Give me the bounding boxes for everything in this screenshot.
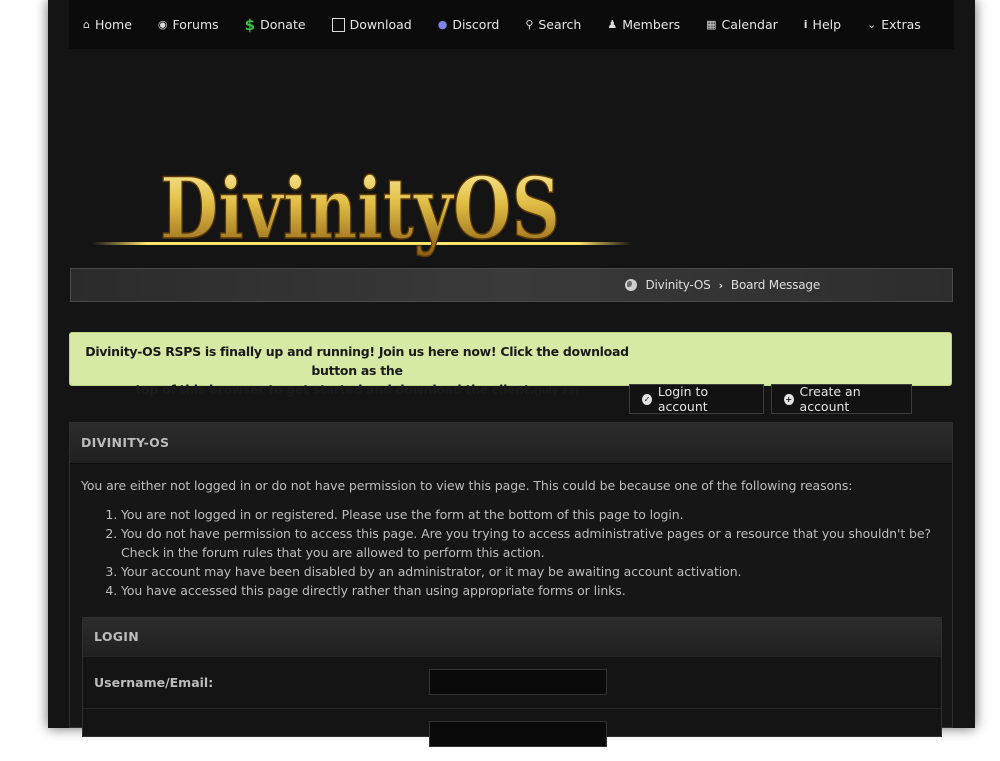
password-input[interactable] [429, 721, 607, 747]
breadcrumb-current: Board Message [730, 278, 820, 292]
top-nav: ⌂ Home ◉ Forums $ Donate Download ● Disc… [69, 0, 954, 49]
breadcrumb: Divinity-OS › Board Message [624, 269, 820, 301]
globe-icon [624, 279, 637, 291]
dollar-icon: $ [244, 15, 256, 34]
login-to-account-button[interactable]: ✓ Login to account [629, 384, 764, 414]
reason-item: Your account may have been disabled by a… [121, 562, 941, 581]
username-row: Username/Email: [83, 656, 941, 709]
nav-home[interactable]: ⌂ Home [69, 0, 145, 49]
login-title: LOGIN [83, 618, 941, 656]
panel-intro: You are either not logged in or do not h… [81, 478, 853, 493]
logo-text: DivinityOS [160, 159, 560, 258]
username-input[interactable] [429, 669, 607, 695]
login-box: LOGIN Username/Email: [82, 617, 942, 747]
reason-item: You have accessed this page directly rat… [121, 581, 941, 600]
nav-extras[interactable]: ⌄ Extras [854, 0, 934, 49]
panel-title: DIVINITY-OS [70, 423, 952, 464]
discord-icon: ● [437, 18, 448, 31]
message-panel: DIVINITY-OS You are either not logged in… [69, 422, 953, 747]
password-row [83, 708, 941, 761]
plus-circle-icon: + [784, 393, 794, 405]
create-account-button[interactable]: + Create an account [771, 384, 912, 414]
nav-forums[interactable]: ◉ Forums [145, 0, 232, 49]
nav-members[interactable]: ♟ Members [594, 0, 693, 49]
username-label: Username/Email: [94, 675, 214, 690]
nav-calendar[interactable]: ▦ Calendar [693, 0, 791, 49]
comments-icon: ◉ [157, 18, 168, 31]
announcement-text: Divinity-OS RSPS is finally up and runni… [85, 344, 629, 397]
breadcrumb-bar: Divinity-OS › Board Message [70, 268, 953, 302]
info-icon: i [803, 18, 808, 31]
breadcrumb-root[interactable]: Divinity-OS [646, 278, 711, 292]
nav-discord[interactable]: ● Discord [425, 0, 513, 49]
site-logo[interactable]: DivinityOS [92, 138, 632, 268]
nav-donate[interactable]: $ Donate [232, 0, 319, 49]
nav-download[interactable]: Download [319, 0, 425, 49]
calendar-icon: ▦ [706, 18, 717, 31]
home-icon: ⌂ [83, 18, 90, 31]
download-icon [331, 17, 345, 32]
nav-help[interactable]: i Help [791, 0, 854, 49]
users-icon: ♟ [607, 18, 618, 31]
chevron-down-icon: ⌄ [867, 18, 877, 31]
announcement-banner: Divinity-OS RSPS is finally up and runni… [69, 332, 952, 397]
reason-item: You do not have permission to access thi… [121, 524, 941, 562]
reasons-list: You are not logged in or registered. Ple… [81, 505, 941, 600]
panel-body: You are either not logged in or do not h… [70, 464, 952, 600]
check-circle-icon: ✓ [642, 393, 652, 405]
announcement-date: (July 23) [534, 386, 579, 397]
chevron-right-icon: › [718, 278, 724, 292]
nav-search[interactable]: ⚲ Search [512, 0, 594, 49]
reason-item: You are not logged in or registered. Ple… [121, 505, 941, 524]
page-container: ⌂ Home ◉ Forums $ Donate Download ● Disc… [48, 0, 975, 747]
search-icon: ⚲ [525, 18, 534, 31]
